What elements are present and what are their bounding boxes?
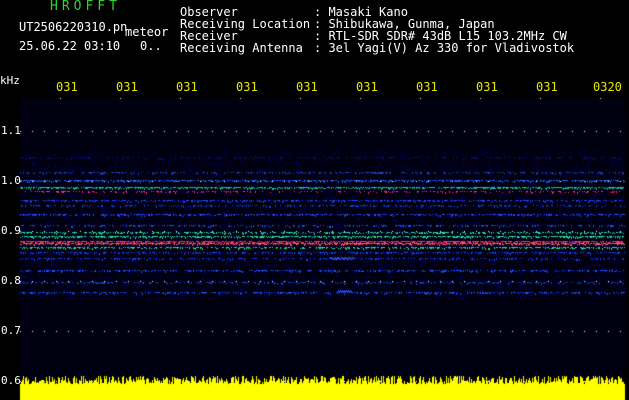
filename-label: UT2506220310.pn bbox=[19, 20, 128, 34]
field-value-antenna: : 3el Yagi(V) Az 330 for Vladivostok bbox=[314, 41, 575, 55]
y-tick-label: 1.1 bbox=[1, 124, 21, 137]
y-tick-label: 0.7 bbox=[1, 324, 21, 337]
x-tick-label: 031 bbox=[116, 80, 138, 94]
x-tick-label: 031 bbox=[536, 80, 558, 94]
x-tick-label: 0320 bbox=[593, 80, 622, 94]
datetime-label: 25.06.22 03:10 bbox=[19, 39, 121, 53]
x-tick-label: 031 bbox=[296, 80, 318, 94]
y-tick-label: 0.6 bbox=[1, 374, 21, 387]
spectrogram-plot bbox=[0, 0, 629, 400]
x-tick-label: 031 bbox=[416, 80, 438, 94]
indicator-label: 0.. bbox=[140, 39, 162, 53]
x-tick-label: 031 bbox=[56, 80, 78, 94]
x-tick-label: 031 bbox=[176, 80, 198, 94]
y-tick-label: 0.9 bbox=[1, 224, 21, 237]
brand-title: HROFFT bbox=[50, 0, 121, 14]
x-tick-label: 031 bbox=[236, 80, 258, 94]
x-tick-label: 031 bbox=[476, 80, 498, 94]
y-tick-label: 0.8 bbox=[1, 274, 21, 287]
field-label-antenna: Receiving Antenna bbox=[180, 41, 303, 55]
unit-label: kHz bbox=[0, 74, 20, 87]
mode-label: meteor bbox=[125, 25, 169, 39]
y-tick-label: 1.0 bbox=[1, 174, 21, 187]
x-tick-label: 031 bbox=[356, 80, 378, 94]
